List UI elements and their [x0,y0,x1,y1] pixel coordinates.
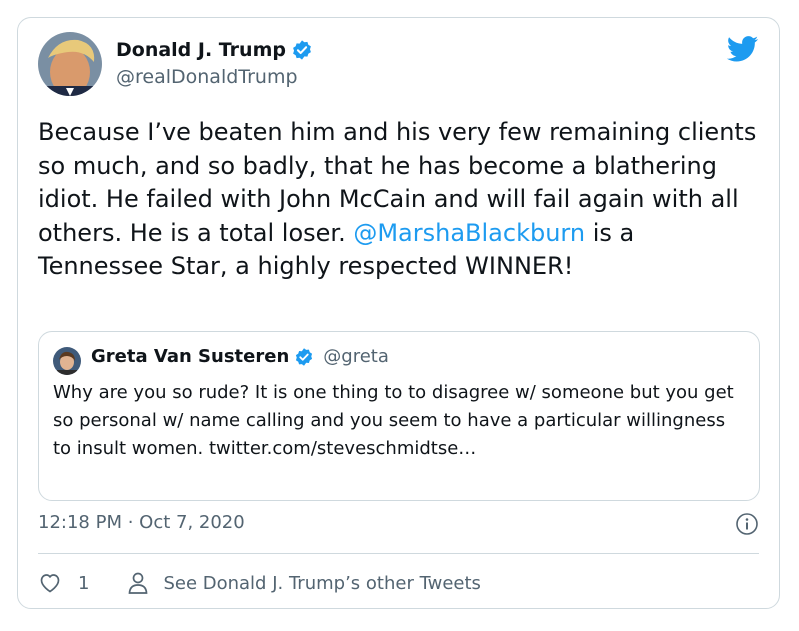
verified-badge-icon [296,347,313,366]
twitter-bird-icon[interactable] [727,36,759,62]
quoted-tweet-text: Why are you so rude? It is one thing to … [53,382,740,459]
heart-icon[interactable] [38,571,62,595]
person-icon [129,572,148,594]
quoted-author-handle: @greta [323,346,389,367]
verified-badge-icon [293,40,311,60]
info-icon[interactable] [735,512,759,536]
author-name[interactable]: Donald J. Trump [116,39,313,61]
quoted-author[interactable]: Greta Van Susteren @greta [91,346,389,367]
mention-link[interactable]: @MarshaBlackburn [353,219,585,247]
tweet-timestamp[interactable]: 12:18 PM · Oct 7, 2020 [38,512,245,533]
quoted-author-name: Greta Van Susteren [91,346,290,367]
tweet-card: Donald J. Trump @realDonaldTrump Because… [17,17,780,609]
author-handle[interactable]: @realDonaldTrump [116,66,298,88]
quoted-tweet[interactable]: Greta Van Susteren @greta Why are you so… [38,331,760,501]
like-count[interactable]: 1 [78,573,89,594]
see-other-tweets-link[interactable]: See Donald J. Trump’s other Tweets [163,573,480,594]
tweet-text: Because I’ve beaten him and his very few… [38,116,763,284]
tweet-actions: 1 See Donald J. Trump’s other Tweets [38,568,481,598]
author-avatar[interactable] [38,32,102,96]
quoted-author-avatar[interactable] [53,347,81,375]
divider [38,553,759,554]
author-name-text: Donald J. Trump [116,39,286,61]
